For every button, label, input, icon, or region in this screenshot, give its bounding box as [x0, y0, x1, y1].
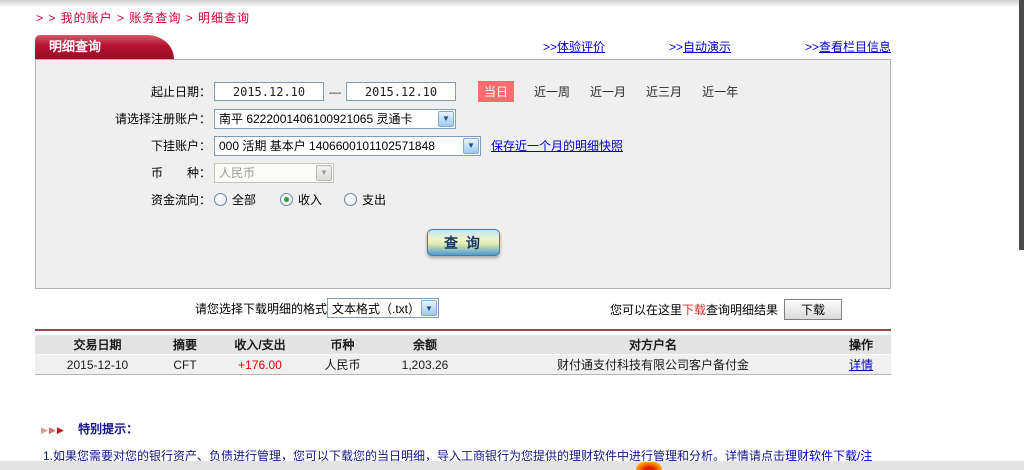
cell-counterparty: 财付通支付科技有限公司客户备付金: [475, 355, 831, 375]
query-button-row: 查 询: [36, 229, 890, 256]
scrollbar-thumb[interactable]: [1019, 0, 1024, 250]
download-format-label: 请您选择下载明细的格式: [195, 300, 327, 317]
download-hint-suffix: 查询明细结果: [706, 301, 778, 318]
query-form-panel: 起止日期： — 当日 近一周 近一月 近三月 近一年 请选择注册账户： 南平 6…: [35, 59, 891, 289]
tab-title: 明细查询: [49, 39, 101, 54]
radio-expense-label: 支出: [362, 191, 386, 208]
cell-date: 2015-12-10: [35, 355, 160, 375]
download-format-group: 请您选择下载明细的格式 文本格式（.txt） ▼: [195, 298, 439, 318]
register-account-value: 南平 6222001406100921065 灵通卡: [219, 110, 412, 127]
sub-account-select[interactable]: 000 活期 基本户 1406600101102571848 ▼: [214, 136, 481, 156]
quick-range-last-year[interactable]: 近一年: [702, 83, 738, 100]
sub-account-label: 下挂账户：: [36, 137, 211, 154]
link-prefix: >>: [805, 40, 819, 54]
quick-range-last-week[interactable]: 近一周: [534, 83, 570, 100]
cell-currency: 人民币: [310, 355, 375, 375]
tab-row: 明细查询 >>体验评价 >>自动演示 >>查看栏目信息: [35, 33, 891, 59]
chevron-down-icon: ▼: [463, 138, 479, 154]
radio-all[interactable]: [214, 193, 227, 206]
download-hint-prefix: 您可以在这里: [610, 301, 682, 318]
tab-detail-query: 明细查询: [35, 35, 147, 59]
register-account-row: 请选择注册账户： 南平 6222001406100921065 灵通卡 ▼: [36, 105, 890, 132]
download-hint-highlight: 下载: [682, 301, 706, 318]
detail-link[interactable]: 详情: [849, 358, 873, 372]
col-balance: 余额: [375, 335, 475, 355]
date-to-input[interactable]: [346, 82, 456, 101]
col-action: 操作: [831, 335, 891, 355]
col-date: 交易日期: [35, 335, 160, 355]
notice-arrow-icon: ▶: [41, 425, 48, 435]
date-dash: —: [329, 85, 341, 99]
radio-expense[interactable]: [344, 193, 357, 206]
currency-row: 币 种： 人民币 ▼: [36, 159, 890, 186]
currency-select: 人民币 ▼: [214, 163, 334, 183]
date-range-label: 起止日期：: [36, 83, 211, 100]
link-view-column-info[interactable]: >>查看栏目信息: [805, 38, 891, 55]
download-hint-group: 您可以在这里下载查询明细结果 下载: [610, 299, 842, 320]
currency-value: 人民币: [219, 164, 255, 181]
page-bottom-strip: [0, 461, 1024, 470]
col-amount: 收入/支出: [210, 335, 310, 355]
register-account-label: 请选择注册账户：: [36, 110, 211, 127]
notice-arrow-icon: ▶: [57, 425, 64, 435]
link-label: 自动演示: [683, 40, 731, 54]
fund-flow-label: 资金流向：: [36, 191, 211, 208]
link-prefix: >>: [543, 40, 557, 54]
query-button[interactable]: 查 询: [427, 229, 500, 256]
download-button[interactable]: 下载: [784, 299, 842, 320]
sub-account-row: 下挂账户： 000 活期 基本户 1406600101102571848 ▼ 保…: [36, 132, 890, 159]
cell-summary: CFT: [160, 355, 210, 375]
col-summary: 摘要: [160, 335, 210, 355]
chevron-down-icon: ▼: [438, 111, 454, 127]
download-row: 请您选择下载明细的格式 文本格式（.txt） ▼ 您可以在这里下载查询明细结果 …: [35, 298, 891, 322]
page-top-gradient: [0, 0, 1024, 7]
radio-all-label: 全部: [232, 191, 256, 208]
chevron-down-icon: ▼: [421, 300, 437, 316]
sub-account-value: 000 活期 基本户 1406600101102571848: [219, 137, 435, 154]
results-table: 交易日期 摘要 收入/支出 币种 余额 对方户名 操作 2015-12-10 C…: [35, 335, 891, 375]
register-account-select[interactable]: 南平 6222001406100921065 灵通卡 ▼: [214, 109, 456, 129]
col-currency: 币种: [310, 335, 375, 355]
quick-range-last-month[interactable]: 近一月: [590, 83, 626, 100]
quick-range-today[interactable]: 当日: [478, 81, 514, 102]
date-from-input[interactable]: [214, 82, 324, 101]
link-prefix: >>: [669, 40, 683, 54]
download-format-select[interactable]: 文本格式（.txt） ▼: [327, 298, 439, 318]
link-auto-demo[interactable]: >>自动演示: [669, 38, 731, 55]
breadcrumb: > > 我的账户 > 账务查询 > 明细查询: [36, 9, 250, 26]
currency-label: 币 种：: [36, 164, 211, 181]
link-label: 查看栏目信息: [819, 40, 891, 54]
results-table-section: 交易日期 摘要 收入/支出 币种 余额 对方户名 操作 2015-12-10 C…: [35, 329, 891, 375]
table-header-row: 交易日期 摘要 收入/支出 币种 余额 对方户名 操作: [35, 335, 891, 355]
content-area: 明细查询 >>体验评价 >>自动演示 >>查看栏目信息 起止日期： — 当日 近…: [35, 33, 891, 470]
table-top-divider: [35, 329, 891, 331]
quick-range-last-3-months[interactable]: 近三月: [646, 83, 682, 100]
table-row: 2015-12-10 CFT +176.00 人民币 1,203.26 财付通支…: [35, 355, 891, 375]
date-range-row: 起止日期： — 当日 近一周 近一月 近三月 近一年: [36, 78, 890, 105]
save-snapshot-link[interactable]: 保存近一个月的明细快照: [491, 137, 623, 154]
notice-arrow-icon: ▶: [49, 425, 56, 435]
download-format-value: 文本格式（.txt）: [332, 300, 420, 317]
notice-title: 特别提示：: [78, 422, 138, 436]
bottom-logo-partial: [636, 462, 662, 470]
cell-amount: +176.00: [210, 355, 310, 375]
col-counterparty: 对方户名: [475, 335, 831, 355]
link-experience-rating[interactable]: >>体验评价: [543, 38, 605, 55]
cell-balance: 1,203.26: [375, 355, 475, 375]
special-notice: ▶▶▶ 特别提示：: [35, 420, 891, 437]
radio-income[interactable]: [280, 193, 293, 206]
fund-flow-row: 资金流向： 全部 收入 支出: [36, 186, 890, 213]
link-label: 体验评价: [557, 40, 605, 54]
chevron-down-icon: ▼: [316, 165, 332, 181]
radio-income-label: 收入: [298, 191, 322, 208]
